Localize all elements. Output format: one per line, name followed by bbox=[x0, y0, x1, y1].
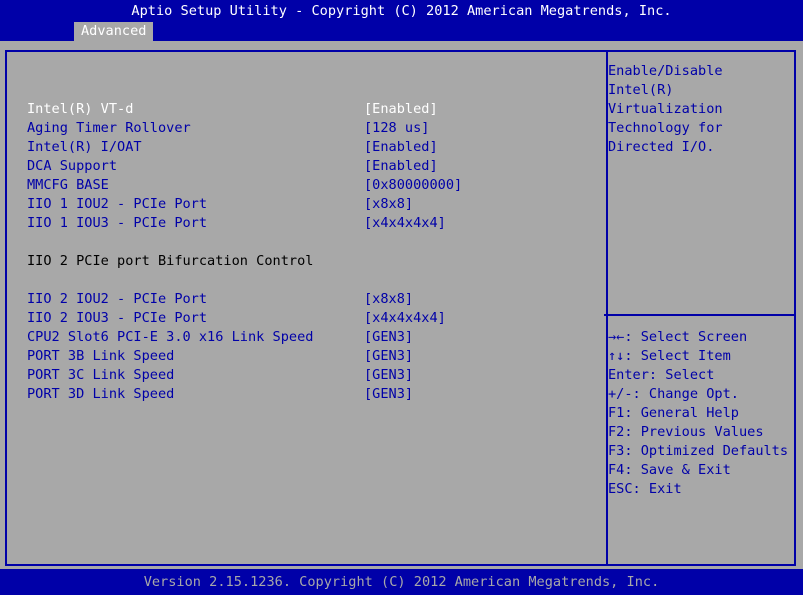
version-footer: Version 2.15.1236. Copyright (C) 2012 Am… bbox=[143, 574, 660, 590]
setting-label: IIO 1 IOU2 - PCIe Port bbox=[27, 196, 208, 212]
key-hint-change-opt: +/-: Change Opt. bbox=[608, 386, 739, 402]
setting-label: CPU2 Slot6 PCI-E 3.0 x16 Link Speed bbox=[27, 329, 314, 345]
setting-value: [GEN3] bbox=[364, 367, 414, 383]
setting-value: [x4x4x4x4] bbox=[364, 310, 446, 326]
setting-value: [Enabled] bbox=[364, 158, 438, 174]
setting-value: [GEN3] bbox=[364, 348, 414, 364]
setting-dca-support[interactable]: DCA Support [Enabled] bbox=[27, 157, 587, 176]
content-area: Intel(R) VT-d [Enabled] Aging Timer Roll… bbox=[0, 41, 803, 569]
setting-value: [Enabled] bbox=[364, 139, 438, 155]
setting-port-3d-link-speed[interactable]: PORT 3D Link Speed [GEN3] bbox=[27, 385, 587, 404]
section-heading-iio2-bifurcation: IIO 2 PCIe port Bifurcation Control bbox=[27, 252, 587, 271]
key-hint-optimized-defaults: F3: Optimized Defaults bbox=[608, 443, 789, 459]
setting-label: PORT 3B Link Speed bbox=[27, 348, 175, 364]
setting-value: [GEN3] bbox=[364, 329, 414, 345]
setting-label: DCA Support bbox=[27, 158, 118, 174]
help-divider bbox=[604, 314, 794, 316]
setting-iio1-iou3-pcie-port[interactable]: IIO 1 IOU3 - PCIe Port [x4x4x4x4] bbox=[27, 214, 587, 233]
key-hint-select-item: ↑↓: Select Item bbox=[608, 348, 731, 364]
window-title: Aptio Setup Utility - Copyright (C) 2012… bbox=[131, 3, 672, 19]
help-description-line: Intel(R) bbox=[608, 82, 674, 98]
settings-panel: Intel(R) VT-d [Enabled] Aging Timer Roll… bbox=[5, 50, 608, 566]
setting-value: [Enabled] bbox=[364, 101, 438, 117]
setting-label: IIO 2 IOU2 - PCIe Port bbox=[27, 291, 208, 307]
tab-advanced[interactable]: Advanced bbox=[74, 22, 154, 41]
help-description-line: Enable/Disable bbox=[608, 63, 723, 79]
setting-iio2-iou3-pcie-port[interactable]: IIO 2 IOU3 - PCIe Port [x4x4x4x4] bbox=[27, 309, 587, 328]
key-hint-esc-exit: ESC: Exit bbox=[608, 481, 682, 497]
setting-aging-timer-rollover[interactable]: Aging Timer Rollover [128 us] bbox=[27, 119, 587, 138]
key-hint-enter-select: Enter: Select bbox=[608, 367, 715, 383]
setting-value: [GEN3] bbox=[364, 386, 414, 402]
setting-label: IIO 1 IOU3 - PCIe Port bbox=[27, 215, 208, 231]
help-panel: Enable/Disable Intel(R) Virtualization T… bbox=[604, 50, 796, 566]
setting-mmcfg-base[interactable]: MMCFG BASE [0x80000000] bbox=[27, 176, 587, 195]
setting-value: [x8x8] bbox=[364, 196, 414, 212]
setting-value: [x8x8] bbox=[364, 291, 414, 307]
setting-label: Intel(R) VT-d bbox=[27, 101, 134, 117]
setting-port-3c-link-speed[interactable]: PORT 3C Link Speed [GEN3] bbox=[27, 366, 587, 385]
setting-iio2-iou2-pcie-port[interactable]: IIO 2 IOU2 - PCIe Port [x8x8] bbox=[27, 290, 587, 309]
setting-intel-vt-d[interactable]: Intel(R) VT-d [Enabled] bbox=[27, 100, 587, 119]
help-description-line: Directed I/O. bbox=[608, 139, 715, 155]
setting-port-3b-link-speed[interactable]: PORT 3B Link Speed [GEN3] bbox=[27, 347, 587, 366]
setting-label: IIO 2 IOU3 - PCIe Port bbox=[27, 310, 208, 326]
setting-label: Aging Timer Rollover bbox=[27, 120, 191, 136]
setting-value: [128 us] bbox=[364, 120, 430, 136]
setting-value: [0x80000000] bbox=[364, 177, 463, 193]
setting-iio1-iou2-pcie-port[interactable]: IIO 1 IOU2 - PCIe Port [x8x8] bbox=[27, 195, 587, 214]
help-description-line: Virtualization bbox=[608, 101, 723, 117]
setting-cpu2-slot6-link-speed[interactable]: CPU2 Slot6 PCI-E 3.0 x16 Link Speed [GEN… bbox=[27, 328, 587, 347]
key-hint-previous-values: F2: Previous Values bbox=[608, 424, 764, 440]
setting-label: PORT 3D Link Speed bbox=[27, 386, 175, 402]
setting-value: [x4x4x4x4] bbox=[364, 215, 446, 231]
setting-label: Intel(R) I/OAT bbox=[27, 139, 142, 155]
setting-label: MMCFG BASE bbox=[27, 177, 109, 193]
setting-intel-ioat[interactable]: Intel(R) I/OAT [Enabled] bbox=[27, 138, 587, 157]
section-heading-label: IIO 2 PCIe port Bifurcation Control bbox=[27, 253, 314, 269]
key-hint-select-screen: →←: Select Screen bbox=[608, 329, 748, 345]
key-hint-save-exit: F4: Save & Exit bbox=[608, 462, 731, 478]
help-description-line: Technology for bbox=[608, 120, 723, 136]
key-hint-general-help: F1: General Help bbox=[608, 405, 739, 421]
setting-label: PORT 3C Link Speed bbox=[27, 367, 175, 383]
